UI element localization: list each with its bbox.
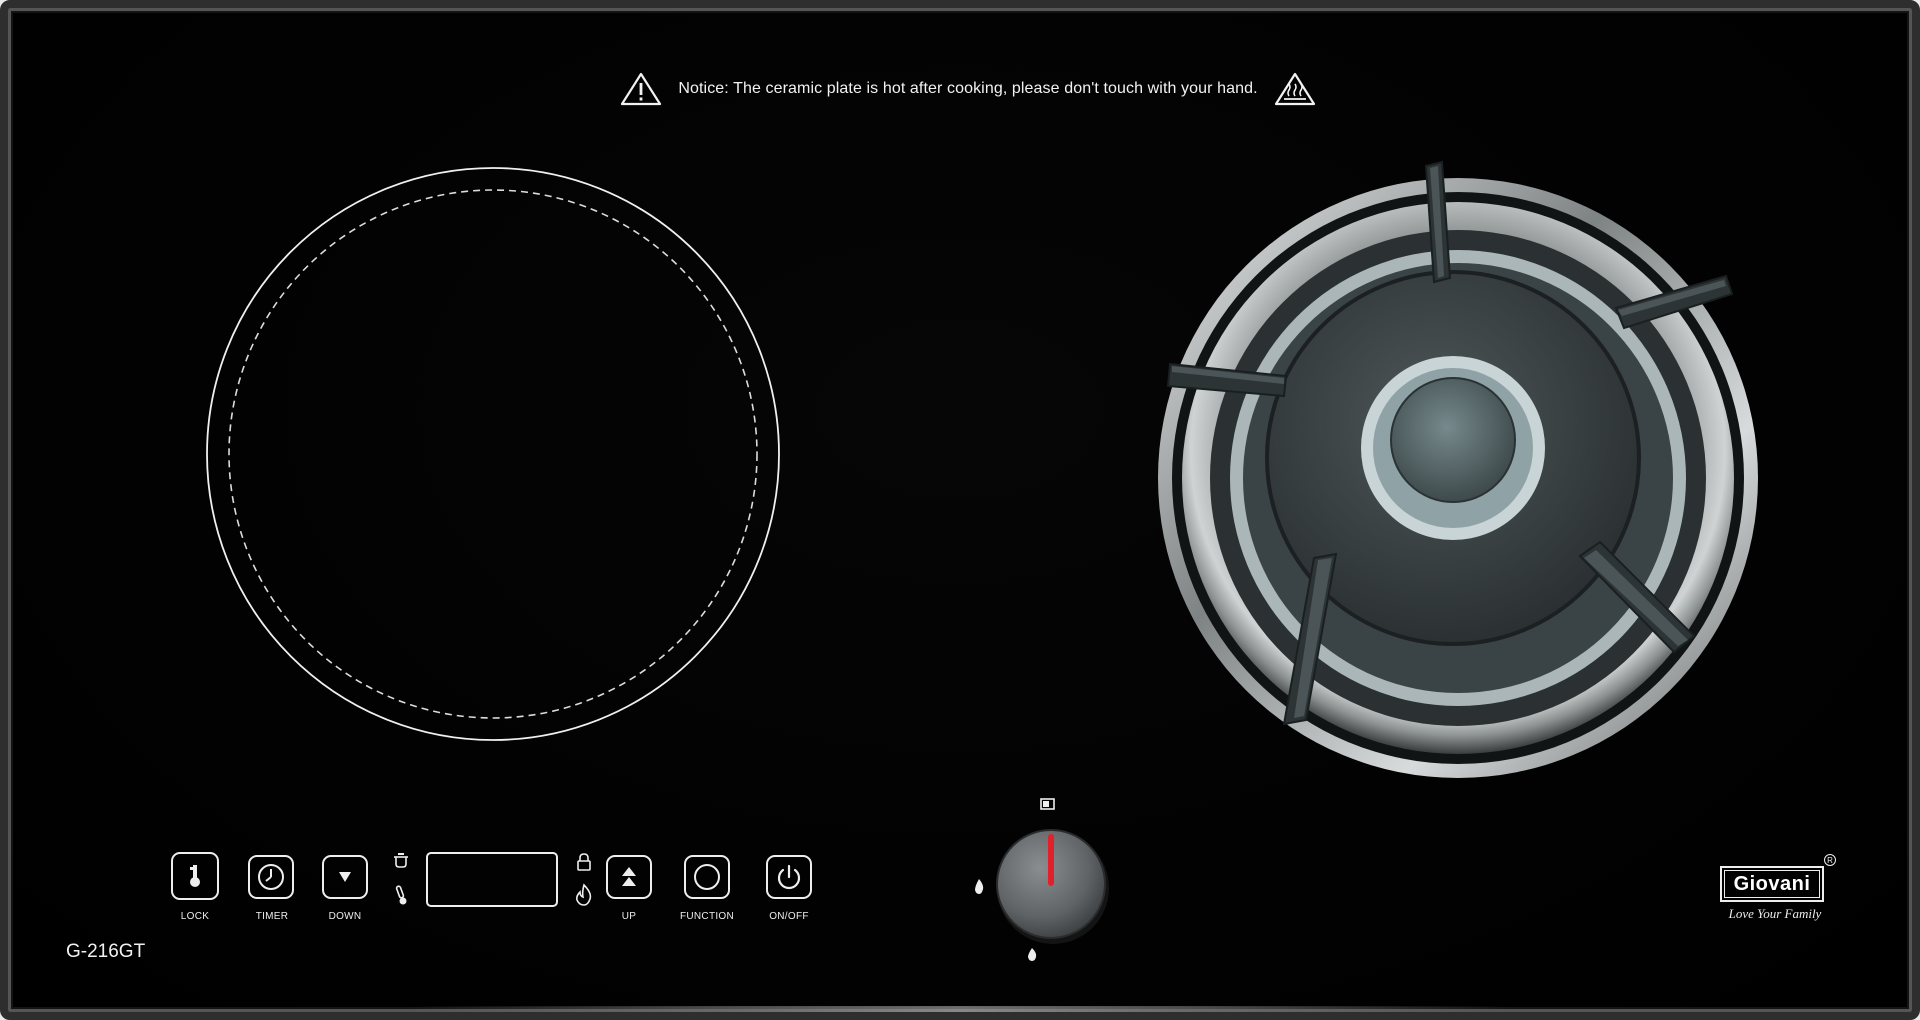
big-flame-icon — [1028, 948, 1037, 961]
notice-text: Notice: The ceramic plate is hot after c… — [678, 80, 1258, 97]
function-button[interactable] — [684, 855, 730, 899]
cooktop-panel: Notice: The ceramic plate is hot after c… — [0, 0, 1920, 1020]
triangle-down-icon — [339, 872, 351, 882]
induction-zone — [206, 167, 780, 741]
flame-icon — [576, 883, 592, 906]
brand-name: Giovani — [1724, 870, 1820, 898]
brand-tagline: Love Your Family — [1728, 906, 1822, 921]
function-label: FUNCTION — [679, 911, 735, 922]
up-button[interactable] — [606, 855, 652, 899]
warning-triangle-icon — [621, 72, 662, 106]
pot-icon — [394, 853, 408, 868]
thermometer-icon — [395, 885, 407, 905]
lock-key-icon — [190, 865, 200, 887]
timer-button[interactable] — [248, 855, 294, 899]
gas-burner — [1158, 160, 1758, 778]
onoff-label: ON/OFF — [769, 911, 809, 922]
padlock-icon — [577, 853, 591, 871]
small-flame-icon — [975, 879, 984, 894]
down-label: DOWN — [328, 911, 362, 922]
knob-indicator — [1048, 834, 1054, 886]
gas-knob[interactable] — [993, 826, 1113, 946]
battery-icon — [1040, 798, 1055, 810]
lock-button[interactable] — [171, 852, 219, 900]
registered-mark: R — [1824, 854, 1836, 866]
bottom-edge-highlight — [408, 1006, 1512, 1012]
onoff-button[interactable] — [766, 855, 812, 899]
up-label: UP — [621, 911, 637, 922]
brand-logo: Giovani — [1720, 866, 1824, 902]
notice-bar: Notice: The ceramic plate is hot after c… — [8, 72, 1912, 106]
digital-display — [426, 852, 558, 907]
circle-icon — [694, 864, 720, 890]
clock-icon — [258, 864, 284, 890]
hot-surface-icon — [1274, 72, 1315, 106]
down-button[interactable] — [322, 855, 368, 899]
power-icon — [777, 864, 801, 890]
triangle-up-icon — [622, 867, 636, 886]
model-number: G-216GT — [66, 941, 146, 962]
